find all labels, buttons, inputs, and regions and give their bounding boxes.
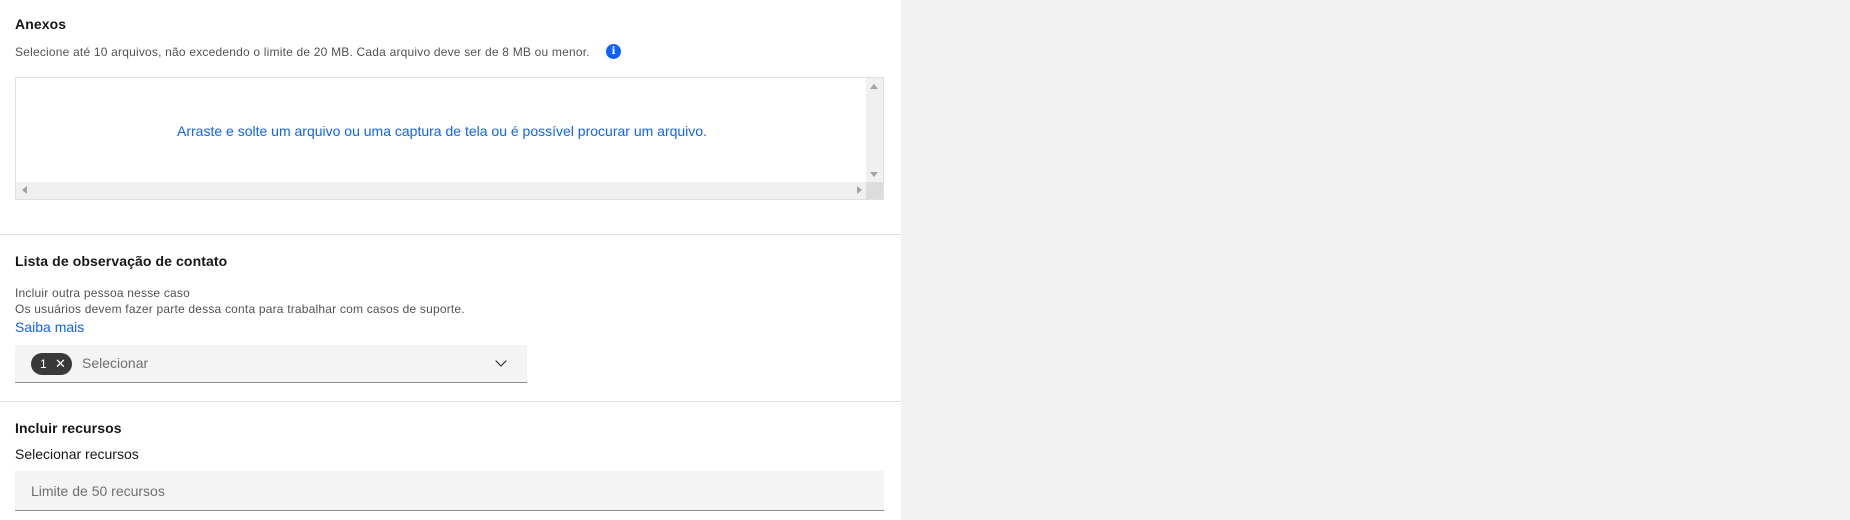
chevron-down-icon[interactable]	[495, 355, 507, 367]
contact-multiselect[interactable]: 1 ✕ Selecionar	[15, 345, 527, 383]
file-dropzone[interactable]: Arraste e solte um arquivo ou uma captur…	[15, 77, 884, 200]
info-icon[interactable]: i	[606, 44, 621, 59]
scroll-right-icon[interactable]	[857, 186, 862, 194]
watchlist-helper-line1: Incluir outra pessoa nesse caso	[15, 286, 190, 300]
dropzone-text[interactable]: Arraste e solte um arquivo ou uma captur…	[16, 123, 868, 139]
scroll-down-icon[interactable]	[870, 172, 878, 177]
scroll-up-icon[interactable]	[870, 84, 878, 89]
clear-selection-icon[interactable]: ✕	[55, 356, 66, 371]
scroll-left-icon[interactable]	[22, 186, 27, 194]
resources-title: Incluir recursos	[15, 420, 122, 436]
scrollbar-corner	[866, 182, 883, 199]
section-divider	[0, 234, 901, 235]
attachments-helper: Selecione até 10 arquivos, não excedendo…	[15, 45, 590, 59]
selected-count-tag[interactable]: 1 ✕	[31, 353, 72, 375]
learn-more-link[interactable]: Saiba mais	[15, 319, 84, 335]
resources-input[interactable]	[15, 471, 884, 511]
watchlist-helper-line2: Os usuários devem fazer parte dessa cont…	[15, 302, 465, 316]
form-panel: Anexos Selecione até 10 arquivos, não ex…	[0, 0, 901, 520]
resources-label: Selecionar recursos	[15, 446, 139, 462]
selected-count: 1	[40, 357, 47, 371]
empty-side-area	[901, 0, 1850, 520]
section-divider	[0, 401, 901, 402]
vertical-scrollbar[interactable]	[866, 78, 883, 183]
attachments-title: Anexos	[15, 16, 67, 32]
multiselect-placeholder[interactable]: Selecionar	[82, 355, 148, 371]
horizontal-scrollbar[interactable]	[16, 182, 868, 199]
watchlist-title: Lista de observação de contato	[15, 253, 228, 269]
